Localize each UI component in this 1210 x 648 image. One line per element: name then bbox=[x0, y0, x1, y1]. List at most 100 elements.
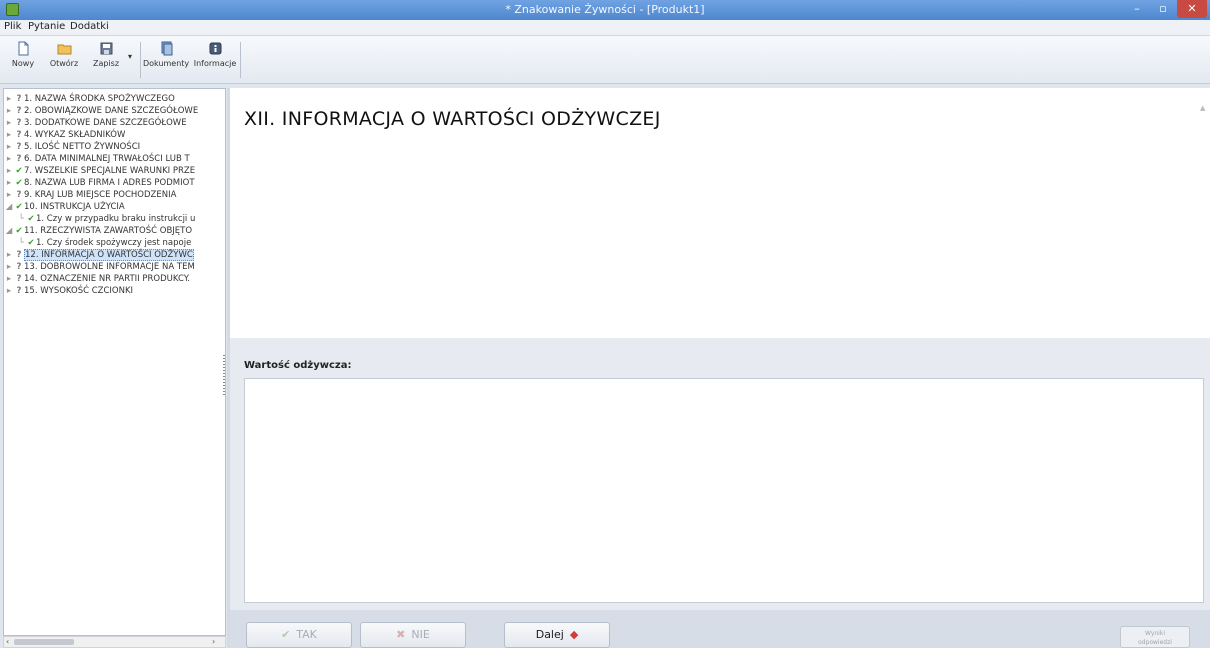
question-mark-icon: ? bbox=[16, 94, 22, 104]
expand-icon[interactable]: ▸ bbox=[4, 93, 14, 105]
menu-dodatki[interactable]: Dodatki bbox=[70, 21, 109, 32]
question-mark-icon: ? bbox=[16, 274, 22, 284]
tree-item[interactable]: ◢ ✔11. RZECZYWISTA ZAWARTOŚĆ OBJĘTO bbox=[4, 225, 192, 237]
tree-item-label: 4. WYKAZ SKŁADNIKÓW bbox=[24, 130, 126, 140]
tree-item-label: 13. DOBROWOLNE INFORMACJE NA TEM bbox=[24, 262, 195, 272]
expand-icon[interactable]: ▸ bbox=[4, 249, 14, 261]
tree-item-label: 10. INSTRUKCJA UŻYCIA bbox=[24, 202, 125, 212]
title-bar: * Znakowanie Żywności - [Produkt1] – ▫ ✕ bbox=[0, 0, 1210, 20]
tree-item-label: 1. Czy środek spożywczy jest napoje bbox=[36, 238, 192, 248]
open-folder-icon bbox=[57, 44, 71, 55]
close-button[interactable]: ✕ bbox=[1177, 0, 1207, 18]
tree-subitem[interactable]: └ ✔1. Czy w przypadku braku instrukcji u bbox=[16, 213, 195, 225]
tree-connector-icon: └ bbox=[18, 238, 24, 248]
tree-item[interactable]: ▸? 13. DOBROWOLNE INFORMACJE NA TEM bbox=[4, 261, 195, 273]
question-mark-icon: ? bbox=[16, 118, 22, 128]
tree-item[interactable]: ▸? 3. DODATKOWE DANE SZCZEGÓŁOWE bbox=[4, 117, 187, 129]
new-button-label: Nowy bbox=[11, 59, 35, 68]
documents-button[interactable]: Dokumenty bbox=[143, 41, 189, 79]
tree-item[interactable]: ▸ ✔7. WSZELKIE SPECJALNE WARUNKI PRZE bbox=[4, 165, 195, 177]
tree-item-label: 11. RZECZYWISTA ZAWARTOŚĆ OBJĘTO bbox=[24, 226, 193, 236]
menu-bar: Plik Pytanie Dodatki bbox=[0, 20, 1210, 36]
open-button-label: Otwórz bbox=[49, 59, 79, 68]
results-button[interactable]: Wyniki odpowiedzi bbox=[1120, 626, 1190, 648]
expand-icon[interactable]: ▸ bbox=[4, 117, 14, 129]
tree-item[interactable]: ▸? 1. NAZWA ŚRODKA SPOŻYWCZEGO bbox=[4, 93, 175, 105]
expand-icon[interactable]: ▸ bbox=[4, 105, 14, 117]
scroll-up-icon[interactable]: ▲ bbox=[1200, 104, 1205, 112]
yes-button[interactable]: ✔ TAK bbox=[246, 622, 352, 648]
expand-icon[interactable]: ▸ bbox=[4, 177, 14, 189]
expand-icon[interactable]: ▸ bbox=[4, 129, 14, 141]
collapse-icon[interactable]: ◢ bbox=[4, 201, 14, 213]
info-button[interactable]: Informacje bbox=[192, 41, 238, 79]
tree-item[interactable]: ▸? 14. OZNACZENIE NR PARTII PRODUKCY. bbox=[4, 273, 190, 285]
tree-item[interactable]: ▸ ✔8. NAZWA LUB FIRMA I ADRES PODMIOT bbox=[4, 177, 195, 189]
expand-icon[interactable]: ▸ bbox=[4, 273, 14, 285]
scrollbar-thumb[interactable] bbox=[14, 639, 74, 645]
no-button[interactable]: ✖ NIE bbox=[360, 622, 466, 648]
save-button[interactable]: Zapisz bbox=[88, 41, 124, 79]
menu-pytanie[interactable]: Pytanie bbox=[28, 21, 65, 32]
splitter-grip[interactable] bbox=[223, 355, 225, 395]
maximize-button[interactable]: ▫ bbox=[1150, 0, 1176, 18]
question-mark-icon: ? bbox=[16, 286, 22, 296]
toolbar-separator bbox=[240, 42, 241, 78]
results-button-label-line2: odpowiedzi bbox=[1138, 639, 1172, 646]
check-icon: ✔ bbox=[27, 238, 35, 248]
question-mark-icon: ? bbox=[16, 250, 22, 260]
tree-connector-icon: └ bbox=[18, 214, 24, 224]
documents-button-label: Dokumenty bbox=[143, 59, 190, 68]
tree-subitem[interactable]: └ ✔1. Czy środek spożywczy jest napoje bbox=[16, 237, 191, 249]
menu-plik[interactable]: Plik bbox=[4, 21, 21, 32]
tree-item-label: 6. DATA MINIMALNEJ TRWAŁOŚCI LUB T bbox=[24, 154, 190, 164]
expand-icon[interactable]: ▸ bbox=[4, 165, 14, 177]
expand-icon[interactable]: ▸ bbox=[4, 261, 14, 273]
question-mark-icon: ? bbox=[16, 262, 22, 272]
collapse-icon[interactable]: ◢ bbox=[4, 225, 14, 237]
answer-pane: Wartość odżywcza: bbox=[230, 338, 1210, 610]
tree-item-label: 7. WSZELKIE SPECJALNE WARUNKI PRZE bbox=[24, 166, 196, 176]
tree-item-selected[interactable]: ▸? 12. INFORMACJA O WARTOŚCI ODŻYWC bbox=[4, 249, 194, 261]
yes-button-label: TAK bbox=[296, 628, 317, 641]
open-button[interactable]: Otwórz bbox=[44, 41, 84, 79]
window-title: * Znakowanie Żywności - [Produkt1] bbox=[505, 3, 705, 16]
documents-icon bbox=[161, 41, 172, 56]
tree-item[interactable]: ▸? 5. ILOŚĆ NETTO ŻYWNOŚCI bbox=[4, 141, 140, 153]
minimize-button[interactable]: – bbox=[1124, 0, 1150, 18]
new-button[interactable]: Nowy bbox=[6, 41, 40, 79]
info-button-label: Informacje bbox=[193, 59, 237, 68]
check-icon: ✔ bbox=[15, 202, 23, 212]
results-button-label-line1: Wyniki bbox=[1145, 630, 1165, 637]
scroll-right-icon[interactable]: › bbox=[212, 637, 215, 646]
tree-item[interactable]: ▸? 15. WYSOKOŚĆ CZCIONKI bbox=[4, 285, 133, 297]
tree-item-label: 9. KRAJ LUB MIEJSCE POCHODZENIA bbox=[24, 190, 177, 200]
question-tree[interactable]: ▸? 1. NAZWA ŚRODKA SPOŻYWCZEGO ▸? 2. OBOWI… bbox=[3, 88, 226, 636]
expand-icon[interactable]: ▸ bbox=[4, 153, 14, 165]
question-mark-icon: ? bbox=[16, 190, 22, 200]
next-button[interactable]: Dalej ◆ bbox=[504, 622, 610, 648]
expand-icon[interactable]: ▸ bbox=[4, 285, 14, 297]
tree-item-label: 14. OZNACZENIE NR PARTII PRODUKCY. bbox=[24, 274, 190, 284]
tree-item[interactable]: ▸? 4. WYKAZ SKŁADNIKÓW bbox=[4, 129, 126, 141]
answer-textarea[interactable] bbox=[244, 378, 1204, 603]
save-button-label: Zapisz bbox=[92, 59, 120, 68]
check-icon: ✔ bbox=[27, 214, 35, 224]
tree-item[interactable]: ◢ ✔10. INSTRUKCJA UŻYCIA bbox=[4, 201, 125, 213]
tree-item[interactable]: ▸? 9. KRAJ LUB MIEJSCE POCHODZENIA bbox=[4, 189, 177, 201]
next-arrow-icon: ◆ bbox=[569, 628, 579, 641]
tree-horizontal-scrollbar[interactable]: ‹ › bbox=[3, 636, 226, 648]
expand-icon[interactable]: ▸ bbox=[4, 141, 14, 153]
scroll-left-icon[interactable]: ‹ bbox=[6, 637, 9, 646]
new-document-icon bbox=[18, 41, 28, 56]
tree-item[interactable]: ▸? 2. OBOWIĄZKOWE DANE SZCZEGÓŁOWE bbox=[4, 105, 198, 117]
question-mark-icon: ? bbox=[16, 130, 22, 140]
expand-icon[interactable]: ▸ bbox=[4, 189, 14, 201]
tree-item[interactable]: ▸? 6. DATA MINIMALNEJ TRWAŁOŚCI LUB T bbox=[4, 153, 190, 165]
save-dropdown-arrow[interactable]: ▾ bbox=[128, 52, 132, 61]
toolbar-separator bbox=[140, 42, 141, 78]
bottom-bar: ✔ TAK ✖ NIE Dalej ◆ Wyniki odpowiedzi bbox=[230, 610, 1210, 648]
answer-label: Wartość odżywcza: bbox=[244, 360, 352, 371]
tree-item-label: 12. INFORMACJA O WARTOŚCI ODŻYWC bbox=[24, 249, 194, 261]
no-button-label: NIE bbox=[411, 628, 430, 641]
